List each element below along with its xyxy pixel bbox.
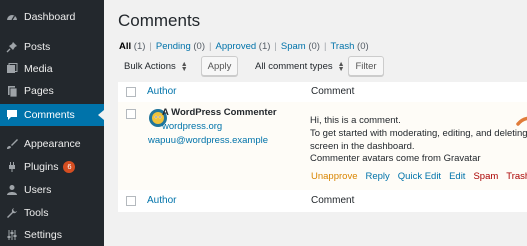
sidebar-item-label: Media <box>24 63 53 75</box>
sidebar-item-users[interactable]: Users <box>0 179 104 201</box>
table-header-row: Author Comment <box>118 82 527 102</box>
filter-all-link[interactable]: All (1) <box>119 41 145 52</box>
sidebar-item-appearance[interactable]: Appearance <box>0 133 104 155</box>
status-filter-links: All (1) | Pending (0) | Approved (1) | Spam (0… <box>119 41 369 52</box>
wrench-icon <box>5 206 19 220</box>
comment-author-name: A WordPress Commenter <box>162 107 277 118</box>
comment-text-line: Hi, this is a comment. <box>310 115 401 126</box>
edit-link[interactable]: Edit <box>449 171 465 182</box>
comment-column-footer: Comment <box>311 195 355 206</box>
filter-button[interactable]: Filter <box>348 56 384 76</box>
comment-column-header: Comment <box>311 86 355 97</box>
main-content: Comments All (1) | Pending (0) | Approved (1… <box>104 0 527 246</box>
sidebar-item-label: Comments <box>24 109 75 121</box>
author-column-footer[interactable]: Author <box>147 195 176 206</box>
annotation-arrow-icon <box>516 116 527 126</box>
author-column-header[interactable]: Author <box>147 86 176 97</box>
sidebar-item-plugins[interactable]: Plugins 6 <box>0 156 104 178</box>
pushpin-icon <box>5 40 19 54</box>
select-all-checkbox-footer[interactable] <box>126 196 136 206</box>
filter-trash-link[interactable]: Trash (0) <box>330 41 368 52</box>
paintbrush-icon <box>5 137 19 151</box>
reply-link[interactable]: Reply <box>365 171 389 182</box>
sidebar-item-tools[interactable]: Tools <box>0 202 104 224</box>
sidebar-item-label: Posts <box>24 41 51 53</box>
comment-author-email[interactable]: wapuu@wordpress.example <box>148 135 268 146</box>
filter-spam-link[interactable]: Spam (0) <box>281 41 320 52</box>
update-count-badge: 6 <box>63 161 76 173</box>
quick-edit-link[interactable]: Quick Edit <box>398 171 441 182</box>
sidebar-item-label: Settings <box>24 229 62 241</box>
sidebar-item-dashboard[interactable]: Dashboard <box>0 6 104 28</box>
sidebar-item-label: Dashboard <box>24 11 76 23</box>
trash-link[interactable]: Trash <box>506 171 527 182</box>
sidebar-item-label: Pages <box>24 85 54 97</box>
comment-type-select[interactable]: All comment types ▲ ▼ <box>255 57 345 76</box>
spam-link[interactable]: Spam <box>473 171 498 182</box>
plugin-icon <box>5 160 19 174</box>
comment-text-line: To get started with moderating, editing,… <box>310 128 527 139</box>
pages-icon <box>5 84 19 98</box>
unapprove-link[interactable]: Unapprove <box>311 171 357 182</box>
comment-text-line: Commenter avatars come from Gravatar <box>310 153 481 164</box>
comment-author-url[interactable]: wordpress.org <box>162 121 222 132</box>
filter-approved-link[interactable]: Approved (1) <box>215 41 270 52</box>
sidebar-item-media[interactable]: Media <box>0 58 104 80</box>
sidebar-item-settings[interactable]: Settings <box>0 224 104 246</box>
dashboard-icon <box>5 10 19 24</box>
sidebar-item-pages[interactable]: Pages <box>0 80 104 102</box>
sidebar-item-label: Users <box>24 184 52 196</box>
bulk-actions-select[interactable]: Bulk Actions ▲ ▼ <box>124 57 188 76</box>
sidebar-item-posts[interactable]: Posts <box>0 36 104 58</box>
page-title: Comments <box>118 11 201 30</box>
comment-bubble-icon <box>5 108 19 122</box>
comment-text-line: screen in the dashboard. <box>310 141 415 152</box>
sliders-icon <box>5 228 19 242</box>
filter-pending-link[interactable]: Pending (0) <box>156 41 205 52</box>
select-arrows-icon: ▲ ▼ <box>180 60 188 73</box>
sidebar-item-label: Tools <box>24 207 49 219</box>
sidebar-item-label: Plugins <box>24 161 59 173</box>
admin-sidebar: Dashboard Posts Media Pages Comments App… <box>0 0 104 246</box>
select-all-checkbox[interactable] <box>126 87 136 97</box>
media-icon <box>5 62 19 76</box>
apply-button[interactable]: Apply <box>201 56 238 76</box>
table-footer-row: Author Comment <box>118 190 527 212</box>
sidebar-item-label: Appearance <box>24 138 81 150</box>
row-checkbox[interactable] <box>126 109 136 119</box>
select-arrows-icon: ▲ ▼ <box>337 60 345 73</box>
comment-row-actions: Unapprove Reply Quick Edit Edit Spam Trash <box>311 171 527 182</box>
user-icon <box>5 183 19 197</box>
sidebar-item-comments[interactable]: Comments <box>0 104 104 126</box>
